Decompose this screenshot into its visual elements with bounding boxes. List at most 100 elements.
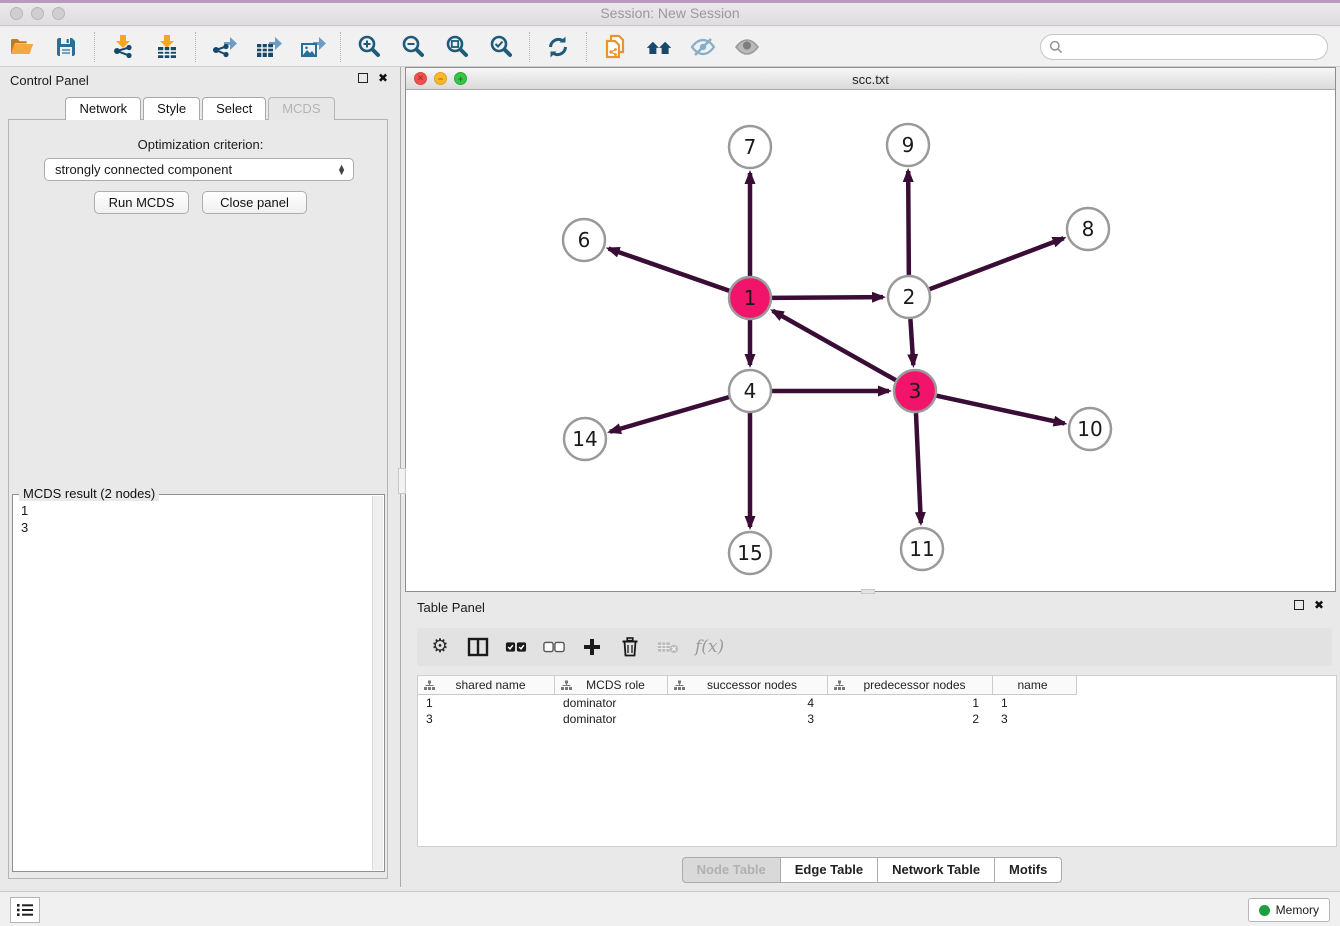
- column-header-predecessor-nodes[interactable]: predecessor nodes: [828, 676, 993, 694]
- deselect-all-rows-icon[interactable]: [543, 635, 565, 659]
- open-session-icon[interactable]: [8, 33, 36, 61]
- vertical-splitter-handle[interactable]: [398, 468, 406, 494]
- select-all-rows-icon[interactable]: [505, 635, 527, 659]
- graph-edge-4-14[interactable]: [610, 397, 729, 432]
- graph-node-6[interactable]: 6: [563, 219, 605, 261]
- import-table-icon[interactable]: [153, 33, 181, 61]
- table-cell[interactable]: 4: [668, 695, 828, 711]
- graph-node-label: 14: [572, 427, 597, 451]
- network-canvas[interactable]: 7 9 6 8 1 2 4 3 14 10 15 11: [406, 90, 1335, 591]
- search-box[interactable]: [1040, 34, 1328, 60]
- function-builder-icon[interactable]: f(x): [695, 635, 724, 659]
- tab-edge-table[interactable]: Edge Table: [780, 857, 878, 883]
- graph-node-15[interactable]: 15: [729, 532, 771, 574]
- graph-node-7[interactable]: 7: [729, 126, 771, 168]
- graph-edge-2-9[interactable]: [908, 171, 909, 275]
- float-panel-icon[interactable]: [358, 73, 368, 83]
- zoom-out-icon[interactable]: [399, 33, 427, 61]
- export-image-icon[interactable]: [298, 33, 326, 61]
- table-cell[interactable]: 2: [828, 711, 993, 727]
- column-header-mcds-role[interactable]: MCDS role: [555, 676, 668, 694]
- search-input[interactable]: [1068, 40, 1327, 55]
- search-icon: [1049, 40, 1063, 54]
- window-titlebar: Session: New Session: [0, 0, 1340, 26]
- network-home-icon[interactable]: [645, 33, 673, 61]
- save-session-icon[interactable]: [52, 33, 80, 61]
- graph-node-11[interactable]: 11: [901, 528, 943, 570]
- table-cell[interactable]: 3: [418, 711, 555, 727]
- criterion-select[interactable]: strongly connected component ▲▼: [44, 158, 354, 181]
- memory-button[interactable]: Memory: [1248, 898, 1330, 922]
- graph-node-1[interactable]: 1: [729, 277, 771, 319]
- float-table-panel-icon[interactable]: [1294, 600, 1304, 610]
- zoom-selected-icon[interactable]: [487, 33, 515, 61]
- toolbar-separator: [94, 32, 95, 62]
- graph-edge-3-11[interactable]: [916, 413, 921, 523]
- column-header-successor-nodes[interactable]: successor nodes: [668, 676, 828, 694]
- close-panel-icon[interactable]: ✖: [378, 73, 388, 83]
- column-header-shared-name[interactable]: shared name: [418, 676, 555, 694]
- column-header-name[interactable]: name: [993, 676, 1077, 694]
- delete-row-icon[interactable]: [619, 635, 641, 659]
- table-row[interactable]: 1dominator411: [418, 695, 1336, 711]
- hide-panels-icon[interactable]: [689, 33, 717, 61]
- criterion-select-value: strongly connected component: [55, 162, 232, 177]
- add-row-icon[interactable]: [581, 635, 603, 659]
- graph-edge-2-8[interactable]: [930, 238, 1064, 289]
- table-cell[interactable]: 3: [993, 711, 1077, 727]
- table-cell[interactable]: 1: [993, 695, 1077, 711]
- graph-edge-1-6[interactable]: [609, 249, 730, 291]
- tab-network-table[interactable]: Network Table: [877, 857, 995, 883]
- export-network-icon[interactable]: [210, 33, 238, 61]
- settings-icon[interactable]: ⚙: [429, 635, 451, 659]
- zoom-in-icon[interactable]: [355, 33, 383, 61]
- run-mcds-button[interactable]: Run MCDS: [94, 191, 189, 214]
- graph-node-4[interactable]: 4: [729, 370, 771, 412]
- table-cell[interactable]: 3: [668, 711, 828, 727]
- graph-edge-3-1[interactable]: [773, 311, 896, 380]
- graph-edge-3-10[interactable]: [936, 396, 1064, 424]
- graph-node-14[interactable]: 14: [564, 418, 606, 460]
- graph-node-8[interactable]: 8: [1067, 208, 1109, 250]
- birds-eye-icon[interactable]: [733, 33, 761, 61]
- tab-style[interactable]: Style: [143, 97, 200, 120]
- tab-motifs[interactable]: Motifs: [994, 857, 1062, 883]
- import-network-icon[interactable]: [109, 33, 137, 61]
- close-panel-button[interactable]: Close panel: [202, 191, 307, 214]
- tab-mcds[interactable]: MCDS: [268, 97, 334, 120]
- sort-hierarchy-icon: [561, 680, 572, 691]
- refresh-icon[interactable]: [544, 33, 572, 61]
- tab-network[interactable]: Network: [65, 97, 141, 120]
- tab-node-table[interactable]: Node Table: [682, 857, 781, 883]
- table-cell[interactable]: dominator: [555, 695, 668, 711]
- graph-edge-1-2[interactable]: [772, 297, 883, 298]
- graph-edge-2-3[interactable]: [910, 319, 913, 365]
- result-value: 3: [21, 519, 364, 536]
- horizontal-splitter-handle[interactable]: [861, 589, 875, 594]
- graph-node-2[interactable]: 2: [888, 276, 930, 318]
- table-row[interactable]: 3dominator323: [418, 711, 1336, 727]
- node-table[interactable]: shared nameMCDS rolesuccessor nodesprede…: [417, 675, 1337, 847]
- table-toolbar: ⚙ f(x): [417, 628, 1332, 666]
- toolbar-separator: [340, 32, 341, 62]
- export-table-icon[interactable]: [254, 33, 282, 61]
- zoom-fit-icon[interactable]: [443, 33, 471, 61]
- duplicate-network-icon[interactable]: [601, 33, 629, 61]
- list-icon: [16, 903, 34, 917]
- close-table-panel-icon[interactable]: ✖: [1314, 600, 1324, 610]
- table-cell[interactable]: 1: [828, 695, 993, 711]
- table-cell[interactable]: 1: [418, 695, 555, 711]
- task-history-button[interactable]: [10, 897, 40, 923]
- network-window-titlebar[interactable]: ✕ − + scc.txt: [406, 68, 1335, 90]
- graph-node-label: 4: [744, 379, 757, 403]
- graph-node-9[interactable]: 9: [887, 124, 929, 166]
- table-tabs: Node TableEdge TableNetwork TableMotifs: [405, 857, 1340, 883]
- graph-node-3[interactable]: 3: [894, 370, 936, 412]
- graph-node-10[interactable]: 10: [1069, 408, 1111, 450]
- tab-select[interactable]: Select: [202, 97, 266, 120]
- columns-icon[interactable]: [467, 635, 489, 659]
- result-scrollbar[interactable]: [372, 496, 383, 870]
- control-panel-header: Control Panel ✖: [0, 67, 400, 93]
- delete-table-icon[interactable]: [657, 635, 679, 659]
- table-cell[interactable]: dominator: [555, 711, 668, 727]
